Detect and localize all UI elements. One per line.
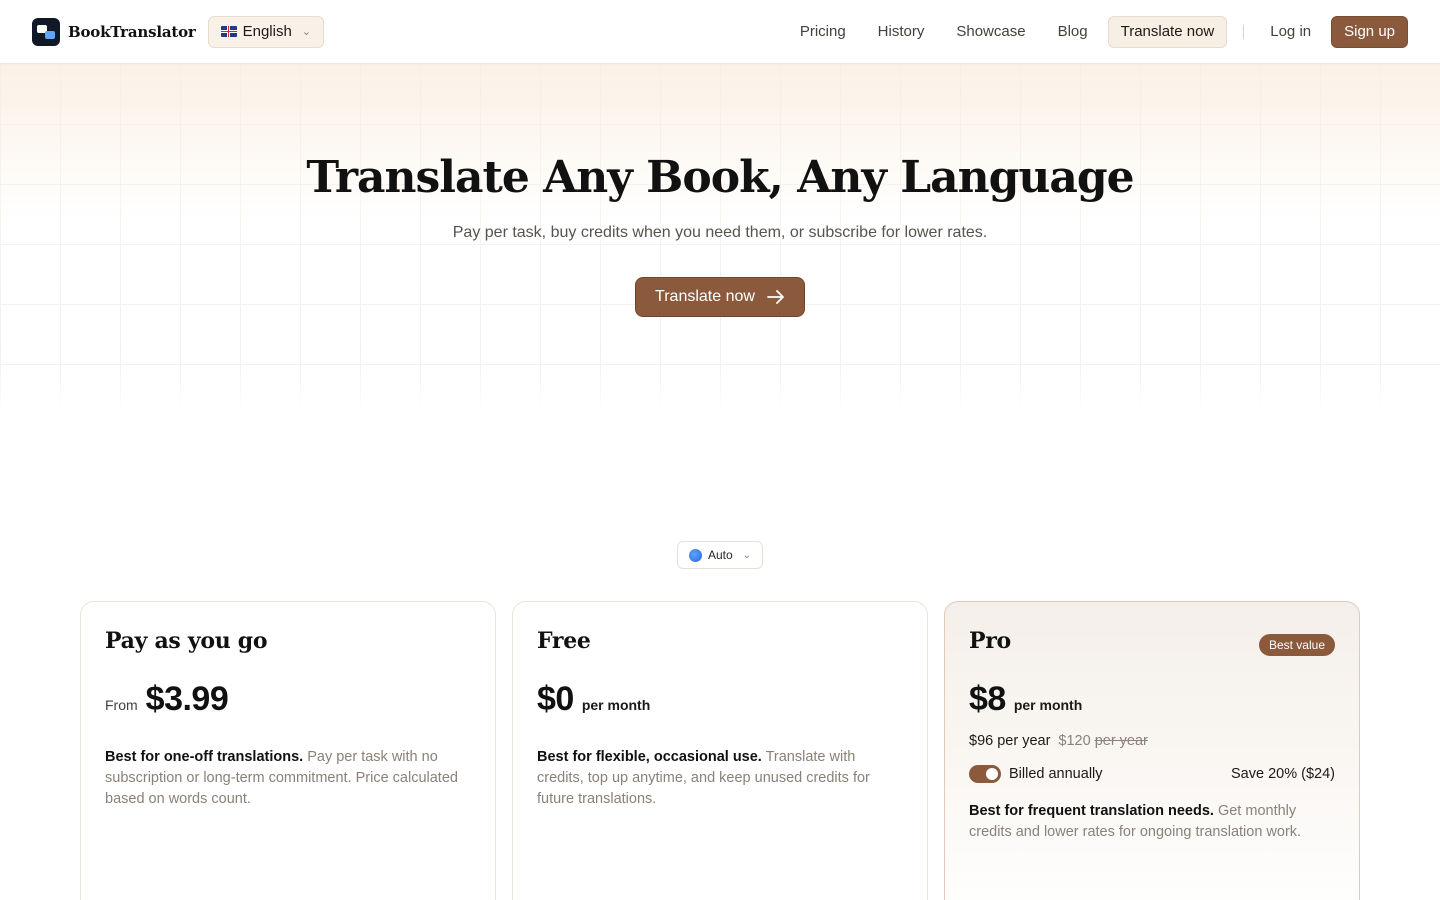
nav-showcase[interactable]: Showcase: [940, 23, 1041, 40]
globe-icon: [688, 548, 702, 562]
uk-flag-icon: [220, 26, 237, 37]
billing-row: Billed annually Save 20% ($24): [969, 765, 1335, 783]
nav-links: Pricing History Showcase Blog Translate …: [784, 15, 1408, 48]
price-prefix: From: [105, 697, 138, 713]
nav-translate-now-button[interactable]: Translate now: [1107, 15, 1228, 48]
plan-card-pay-as-you-go: Pay as you go From $3.99 Best for one-of…: [80, 601, 496, 900]
plan-title: Free: [537, 628, 591, 654]
signup-button[interactable]: Sign up: [1331, 15, 1408, 48]
language-select[interactable]: English ⌄: [207, 15, 325, 48]
plan-price: $8: [969, 680, 1006, 718]
plan-description: Best for frequent translation needs. Get…: [969, 801, 1335, 843]
hero-title: Translate Any Book, Any Language: [306, 152, 1134, 203]
plan-description-strong: Best for one-off translations.: [105, 749, 304, 765]
nav-history[interactable]: History: [862, 23, 941, 40]
plan-price: $0: [537, 680, 574, 718]
nav-blog[interactable]: Blog: [1042, 23, 1104, 40]
brand-name: BookTranslator: [68, 22, 196, 41]
plan-title: Pay as you go: [105, 628, 268, 654]
best-value-badge: Best value: [1258, 634, 1335, 656]
price-row: $0 per month: [537, 680, 903, 719]
chevron-down-icon: ⌄: [742, 549, 752, 561]
billing-label: Billed annually: [1009, 766, 1103, 782]
login-link[interactable]: Log in: [1260, 23, 1321, 40]
price-row: From $3.99: [105, 680, 471, 719]
plan-description-strong: Best for frequent translation needs.: [969, 803, 1214, 819]
hero: Translate Any Book, Any Language Pay per…: [0, 64, 1440, 412]
save-label: Save 20% ($24): [1231, 766, 1335, 782]
hero-translate-now-button[interactable]: Translate now: [635, 277, 805, 317]
arrow-right-icon: [767, 290, 784, 304]
nav-pricing[interactable]: Pricing: [784, 23, 862, 40]
language-label: English: [242, 23, 292, 40]
translate-logo-icon: [32, 17, 60, 46]
top-nav: BookTranslator English ⌄ Pricing History…: [0, 0, 1440, 64]
plan-card-free: Free $0 per month Best for flexible, occ…: [512, 601, 928, 900]
price-suffix: per month: [1013, 697, 1083, 713]
currency-label: Auto: [707, 548, 733, 562]
billed-annually-toggle[interactable]: [969, 765, 1001, 783]
price-row: $8 per month: [969, 680, 1335, 719]
hero-subtitle: Pay per task, buy credits when you need …: [452, 224, 988, 241]
plan-description-strong: Best for flexible, occasional use.: [537, 749, 762, 765]
yearly-price: $96 per year $120 per year: [969, 733, 1335, 749]
plan-price: $3.99: [145, 680, 229, 718]
currency-select[interactable]: Auto ⌄: [677, 541, 763, 569]
yearly-old-price: $120: [1058, 733, 1091, 749]
plan-description: Best for flexible, occasional use. Trans…: [537, 747, 903, 810]
chevron-down-icon: ⌄: [301, 26, 312, 38]
hero-button-label: Translate now: [655, 288, 755, 305]
plan-description: Best for one-off translations. Pay per t…: [105, 747, 471, 810]
nav-divider: [1243, 24, 1245, 39]
yearly-price-value: $96 per year: [969, 733, 1051, 749]
yearly-old-suffix: per year: [1094, 733, 1148, 749]
brand[interactable]: BookTranslator: [32, 17, 196, 46]
price-suffix: per month: [581, 697, 651, 713]
plan-card-pro: Pro Best value $8 per month $96 per year…: [944, 601, 1360, 900]
